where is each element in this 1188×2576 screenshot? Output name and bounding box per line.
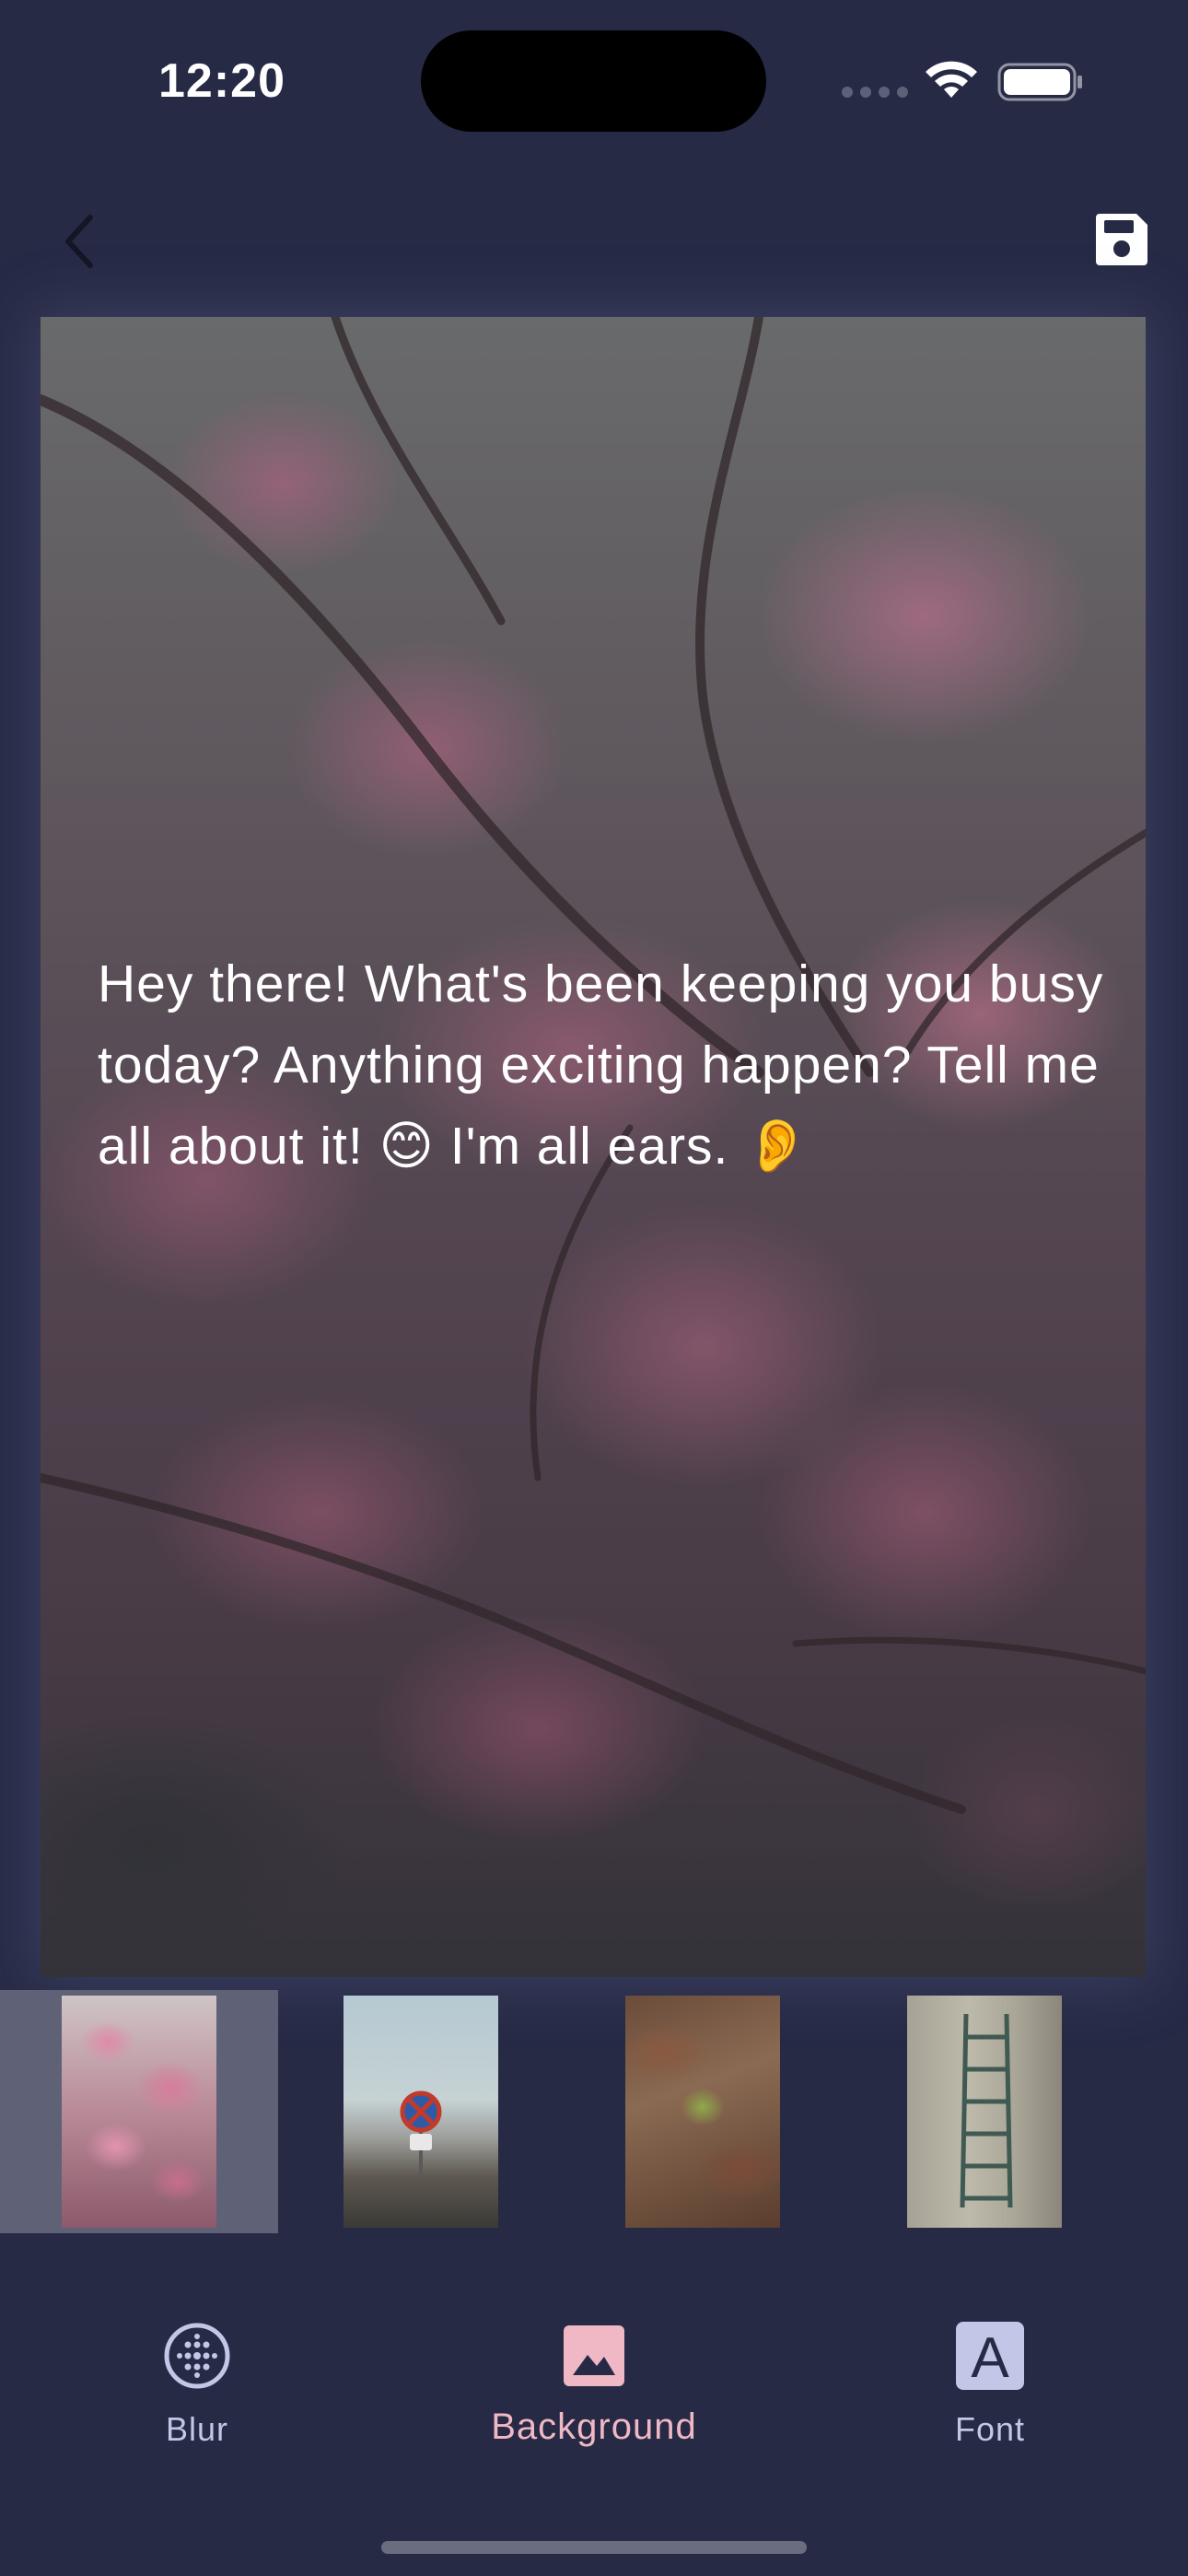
background-thumbnails bbox=[0, 1990, 1188, 2237]
thumb-image bbox=[344, 1996, 498, 2228]
tab-label: Font bbox=[954, 2410, 1026, 2448]
image-icon bbox=[560, 2322, 628, 2390]
battery-icon bbox=[997, 63, 1082, 101]
save-button[interactable] bbox=[1092, 210, 1151, 269]
wifi-icon bbox=[926, 61, 977, 98]
tab-label: Background bbox=[491, 2406, 697, 2447]
status-time: 12:20 bbox=[158, 54, 285, 108]
thumbnail-leaves[interactable] bbox=[564, 1990, 842, 2233]
thumbnail-road-sign[interactable] bbox=[282, 1990, 560, 2233]
preview-message[interactable]: Hey there! What's been keeping you busy … bbox=[98, 943, 1111, 1187]
tab-font[interactable]: A Font bbox=[852, 2322, 1128, 2469]
tab-label: Blur bbox=[165, 2410, 229, 2448]
signal-icon bbox=[842, 87, 908, 98]
svg-text:A: A bbox=[971, 2326, 1009, 2390]
thumbnail-ladder[interactable] bbox=[845, 1990, 1124, 2233]
chevron-left-icon bbox=[65, 215, 93, 268]
font-icon: A bbox=[956, 2322, 1024, 2390]
tab-background[interactable]: Background bbox=[456, 2322, 732, 2469]
blur-icon bbox=[163, 2322, 231, 2390]
home-indicator[interactable] bbox=[381, 2541, 807, 2554]
editor-screen: 12:20 Hey there! What's been keeping you… bbox=[0, 0, 1188, 2576]
dynamic-island bbox=[421, 30, 766, 132]
thumb-image bbox=[907, 1996, 1062, 2228]
tab-blur[interactable]: Blur bbox=[59, 2322, 335, 2469]
back-button[interactable] bbox=[52, 205, 107, 278]
thumb-image bbox=[62, 1996, 216, 2228]
thumb-image bbox=[625, 1996, 780, 2228]
preview-card[interactable]: Hey there! What's been keeping you busy … bbox=[41, 317, 1146, 1977]
thumbnail-cherry-blossom[interactable] bbox=[0, 1990, 278, 2233]
